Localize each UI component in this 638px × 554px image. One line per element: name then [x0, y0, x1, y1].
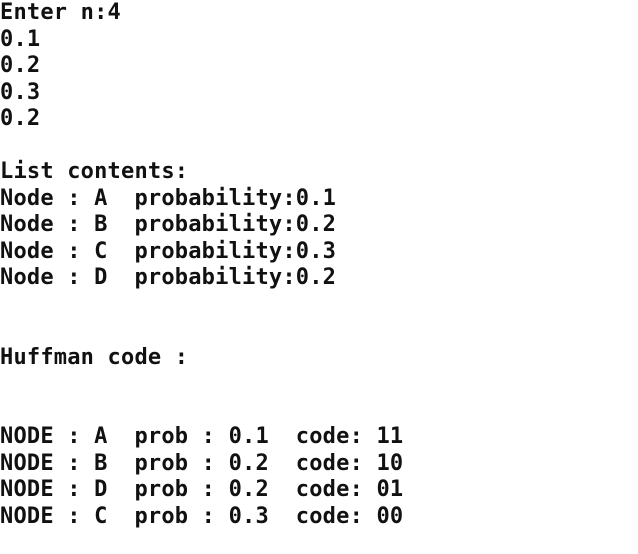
input-line: 0.2: [0, 106, 41, 131]
prompt-line: Enter n:4: [0, 0, 122, 25]
code-row: NODE : C prob : 0.3 code: 00: [0, 503, 404, 529]
list-row: Node : D probability:0.2: [0, 265, 337, 290]
input-line: 0.3: [0, 79, 41, 105]
console-output: Enter n:4 0.1 0.2 0.3 0.2 List contents:…: [0, 0, 638, 554]
list-row: Node : C probability:0.3: [0, 238, 337, 264]
huffman-header: Huffman code :: [0, 344, 189, 370]
list-row: Node : B probability:0.2: [0, 212, 337, 237]
code-row: NODE : A prob : 0.1 code: 11: [0, 424, 404, 449]
input-line: 0.2: [0, 53, 41, 78]
code-row: NODE : B prob : 0.2 code: 10: [0, 450, 404, 476]
list-row: Node : A probability:0.1: [0, 185, 337, 211]
code-row: NODE : D prob : 0.2 code: 01: [0, 477, 404, 502]
input-line: 0.1: [0, 26, 41, 52]
list-header: List contents:: [0, 159, 189, 184]
